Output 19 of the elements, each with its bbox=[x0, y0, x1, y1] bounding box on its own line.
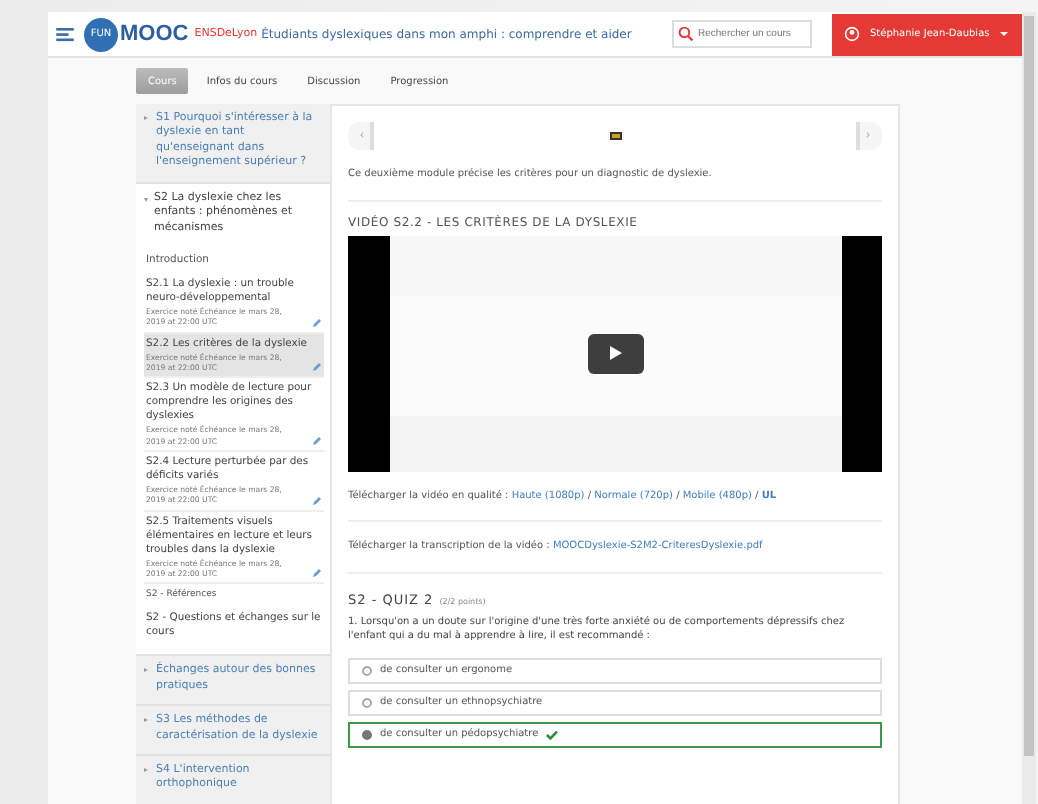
menu-icon[interactable] bbox=[56, 27, 74, 41]
play-button[interactable] bbox=[587, 333, 643, 373]
logo-text[interactable]: MOOC bbox=[120, 22, 189, 46]
edit-icon bbox=[312, 435, 322, 446]
play-icon bbox=[609, 346, 621, 360]
edit-icon bbox=[312, 568, 322, 579]
edit-icon bbox=[312, 362, 322, 373]
radio-button[interactable] bbox=[362, 729, 372, 739]
chapter-item[interactable] bbox=[136, 183, 330, 657]
radio-button[interactable] bbox=[362, 697, 372, 707]
video-icon[interactable] bbox=[609, 132, 621, 140]
user-icon bbox=[844, 26, 860, 42]
radio-button[interactable] bbox=[362, 665, 372, 675]
checkmark-icon bbox=[546, 729, 559, 739]
search-icon bbox=[678, 26, 694, 42]
scrollbar[interactable] bbox=[1022, 12, 1036, 804]
video-player[interactable] bbox=[348, 235, 882, 471]
edit-icon bbox=[312, 317, 322, 328]
edit-icon bbox=[312, 495, 322, 506]
